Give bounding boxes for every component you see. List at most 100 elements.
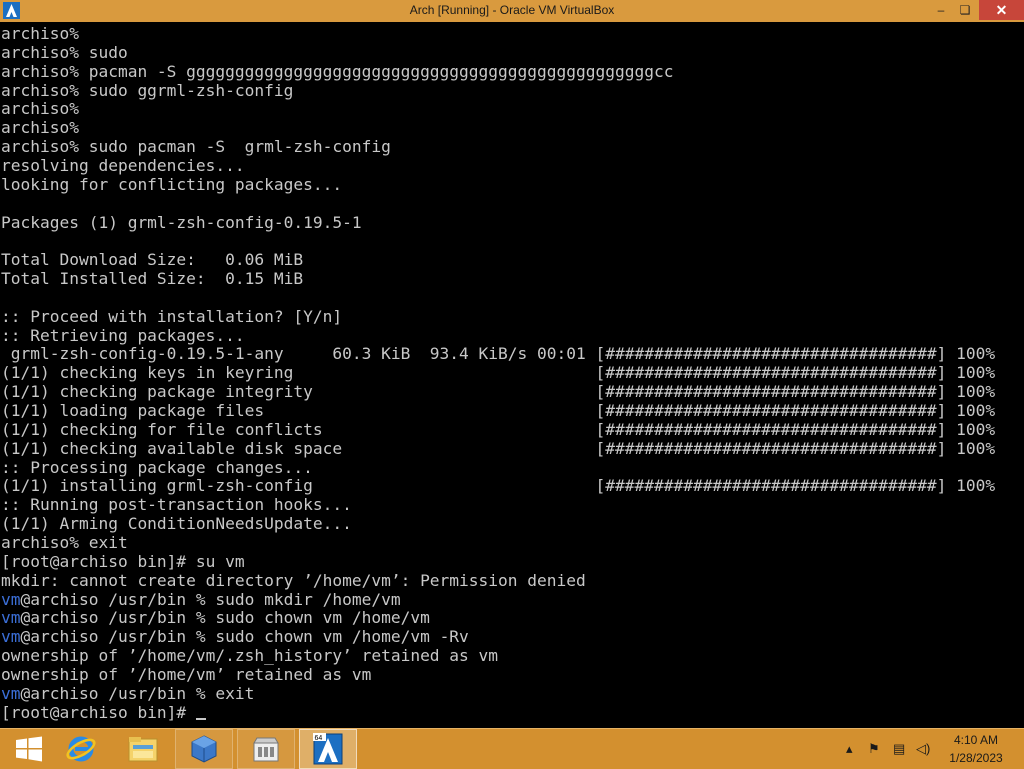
terminal-line-text: (1/1) checking package integrity [######… (1, 382, 996, 402)
terminal-line: looking for conflicting packages... (1, 175, 342, 194)
terminal-line: vm@archiso /usr/bin % sudo chown vm /hom… (1, 608, 430, 627)
terminal-line: archiso% pacman -S ggggggggggggggggggggg… (1, 62, 673, 81)
terminal-line-text: archiso% sudo (1, 42, 128, 62)
windows-start-icon (16, 736, 42, 762)
restore-button[interactable]: ❏ (952, 0, 978, 20)
terminal-line: (1/1) Arming ConditionNeedsUpdate... (1, 514, 352, 533)
terminal-line: ownership of ’/home/vm/.zsh_history’ ret… (1, 646, 498, 665)
terminal-line-text: archiso% sudo ggrml-zsh-config (1, 80, 294, 100)
terminal-line: :: Running post-transaction hooks... (1, 495, 352, 514)
terminal-line-text: (1/1) checking available disk space [###… (1, 438, 996, 458)
terminal-line-text: [root@archiso bin]# su vm (1, 551, 245, 571)
terminal-line: archiso% sudo (1, 43, 128, 62)
terminal-line-text: grml-zsh-config-0.19.5-1-any 60.3 KiB 93… (1, 344, 996, 364)
terminal-line: vm@archiso /usr/bin % exit (1, 684, 254, 703)
terminal-line-text: (1/1) installing grml-zsh-config [######… (1, 476, 996, 496)
clock-time: 4:10 AM (953, 733, 999, 747)
terminal-line: vm@archiso /usr/bin % sudo mkdir /home/v… (1, 590, 401, 609)
terminal-line-text: :: Processing package changes... (1, 457, 313, 477)
taskbar-arch-vm[interactable]: 64 (299, 729, 357, 769)
store-icon (253, 737, 279, 762)
terminal-line: (1/1) checking package integrity [######… (1, 382, 995, 401)
terminal-line: resolving dependencies... (1, 156, 245, 175)
terminal-line-text: @archiso /usr/bin % exit (20, 683, 255, 703)
terminal-line-text: (1/1) checking keys in keyring [########… (1, 363, 996, 383)
terminal-line-text: archiso% exit (1, 532, 128, 552)
terminal-line: (1/1) installing grml-zsh-config [######… (1, 476, 995, 495)
prompt-username: vm (1, 683, 21, 703)
terminal-line: archiso% sudo ggrml-zsh-config (1, 81, 293, 100)
terminal-line: (1/1) checking keys in keyring [########… (1, 363, 995, 382)
prompt-username: vm (1, 608, 21, 628)
virtualbox-manager-icon (191, 735, 217, 763)
volume-icon[interactable]: ◁) (916, 729, 930, 769)
terminal-line: :: Proceed with installation? [Y/n] (1, 307, 342, 326)
terminal-line-text: Packages (1) grml-zsh-config-0.19.5-1 (1, 212, 362, 232)
vm-console[interactable]: archiso% archiso% sudo archiso% pacman -S … (0, 22, 1024, 728)
terminal-line: archiso% exit (1, 533, 128, 552)
terminal-line-text: ownership of ’/home/vm/.zsh_history’ ret… (1, 646, 499, 666)
close-button[interactable]: ✕ (979, 0, 1024, 20)
terminal-line-text: archiso% (1, 24, 79, 43)
terminal-line: archiso% (1, 99, 79, 118)
terminal-line: vm@archiso /usr/bin % sudo chown vm /hom… (1, 627, 469, 646)
tray-show-hidden-icon[interactable]: ▴ (846, 729, 853, 769)
terminal-line: (1/1) checking available disk space [###… (1, 439, 995, 458)
terminal-line-text: @archiso /usr/bin % sudo chown vm /home/… (20, 608, 430, 628)
terminal-line-text: archiso% (1, 118, 79, 138)
arch-vm-badge: 64 (315, 735, 323, 742)
minimize-button[interactable]: – (928, 0, 954, 20)
start-button[interactable] (0, 729, 58, 769)
terminal-line-text: archiso% sudo pacman -S grml-zsh-config (1, 137, 391, 157)
terminal-line-text: Total Download Size: 0.06 MiB (1, 250, 304, 270)
terminal-line: mkdir: cannot create directory ’/home/vm… (1, 571, 586, 590)
terminal-line-text: (1/1) loading package files [###########… (1, 401, 996, 420)
internet-explorer-icon (66, 736, 96, 762)
prompt-username: vm (1, 627, 21, 647)
terminal-line-text: @archiso /usr/bin % sudo mkdir /home/vm (20, 589, 401, 609)
taskbar-internet-explorer[interactable] (52, 729, 110, 769)
terminal-line: (1/1) checking for file conflicts [#####… (1, 420, 995, 439)
terminal-line: :: Processing package changes... (1, 458, 313, 477)
terminal-line: Total Installed Size: 0.15 MiB (1, 269, 303, 288)
terminal-line-text: looking for conflicting packages... (1, 174, 343, 194)
window-titlebar[interactable]: Arch [Running] - Oracle VM VirtualBox – … (0, 0, 1024, 23)
clock-date: 1/28/2023 (949, 751, 1003, 765)
terminal-line-text: archiso% pacman -S ggggggggggggggggggggg… (1, 61, 674, 81)
terminal-line-text: :: Running post-transaction hooks... (1, 495, 352, 515)
terminal-line: :: Retrieving packages... (1, 326, 245, 345)
terminal-line-text: @archiso /usr/bin % sudo chown vm /home/… (20, 627, 469, 647)
taskbar-file-explorer[interactable] (114, 729, 172, 769)
terminal-line-text: [root@archiso bin]# (1, 702, 196, 722)
action-center-flag-icon[interactable]: ⚑ (868, 729, 880, 769)
terminal-line-text: (1/1) Arming ConditionNeedsUpdate... (1, 514, 352, 534)
prompt-username: vm (1, 589, 21, 609)
terminal-line-text: (1/1) checking for file conflicts [#####… (1, 419, 996, 439)
file-explorer-icon (128, 737, 158, 762)
terminal-line: archiso% sudo pacman -S grml-zsh-config (1, 137, 391, 156)
taskbar-clock[interactable]: 4:10 AM 1/28/2023 (932, 731, 1020, 767)
terminal-line: archiso% (1, 118, 79, 137)
terminal-line: grml-zsh-config-0.19.5-1-any 60.3 KiB 93… (1, 344, 995, 363)
taskbar: 64 ▴ ⚑ ▤ ◁) 4:10 AM 1/28/2023 (0, 728, 1024, 769)
arch-vm-icon: 64 (313, 733, 343, 765)
terminal-line-text: resolving dependencies... (1, 155, 245, 175)
terminal-line-text: :: Proceed with installation? [Y/n] (1, 306, 343, 326)
terminal-line-text: :: Retrieving packages... (1, 325, 245, 345)
terminal-line: Total Download Size: 0.06 MiB (1, 250, 303, 269)
terminal-line: archiso% (1, 24, 79, 43)
terminal-line: ownership of ’/home/vm’ retained as vm (1, 665, 371, 684)
terminal-line-text: mkdir: cannot create directory ’/home/vm… (1, 570, 586, 590)
window-title: Arch [Running] - Oracle VM VirtualBox (409, 3, 615, 17)
terminal-line-text: Total Installed Size: 0.15 MiB (1, 269, 304, 289)
taskbar-virtualbox-manager[interactable] (175, 729, 233, 769)
terminal-line-text: archiso% (1, 99, 79, 119)
terminal-line: [root@archiso bin]# su vm (1, 552, 245, 571)
taskbar-store[interactable] (237, 729, 295, 769)
terminal-line: [root@archiso bin]# (1, 703, 206, 722)
terminal-line: Packages (1) grml-zsh-config-0.19.5-1 (1, 213, 362, 232)
terminal-line: (1/1) loading package files [###########… (1, 401, 995, 420)
terminal-cursor (195, 717, 206, 720)
network-icon[interactable]: ▤ (893, 729, 905, 769)
terminal-line-text: ownership of ’/home/vm’ retained as vm (1, 664, 372, 684)
